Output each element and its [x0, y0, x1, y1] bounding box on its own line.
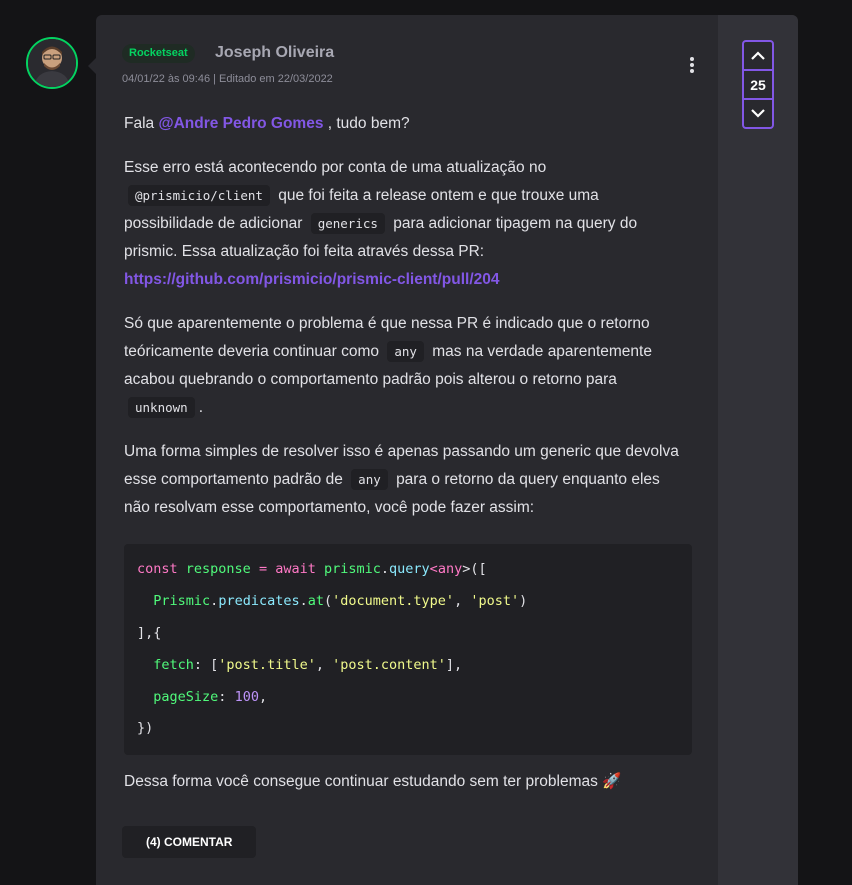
inline-code: unknown — [128, 397, 195, 418]
author-badge: Rocketseat — [122, 44, 195, 63]
vote-count: 25 — [744, 69, 772, 100]
text-segment: Esse erro está acontecendo por conta de … — [124, 159, 547, 176]
pr-link[interactable]: https://github.com/prismicio/prismic-cli… — [124, 271, 500, 288]
inline-code: any — [351, 469, 388, 490]
paragraph-problem: Só que aparentemente o problema é que ne… — [124, 310, 684, 422]
comment-button[interactable]: (4) COMENTAR — [122, 826, 257, 858]
code-line-6: }) — [137, 720, 154, 736]
inline-code: any — [387, 341, 424, 362]
vote-sidebar: 25 — [718, 15, 798, 885]
code-line-5: pageSize: 100, — [153, 689, 268, 705]
code-line-3: ],{ — [137, 625, 162, 641]
chevron-down-icon[interactable] — [744, 100, 772, 127]
user-mention[interactable]: @Andre Pedro Gomes — [158, 115, 323, 132]
comment-meta: 04/01/22 às 09:46 | Editado em 22/03/202… — [122, 73, 333, 85]
author-avatar[interactable] — [26, 37, 78, 89]
more-options-icon[interactable] — [684, 57, 700, 75]
vote-widget: 25 — [742, 40, 774, 129]
text-segment: . — [198, 399, 203, 416]
code-line-1: const response = await prismic.query<any… — [137, 561, 487, 577]
paragraph-greeting: Fala @Andre Pedro Gomes , tudo bem? — [124, 110, 684, 138]
author-name[interactable]: Joseph Oliveira — [215, 44, 334, 62]
card-pointer — [88, 58, 96, 74]
inline-code: @prismicio/client — [128, 185, 270, 206]
inline-code: generics — [310, 213, 385, 234]
closing-text: Dessa forma você consegue continuar estu… — [124, 773, 622, 790]
code-block[interactable]: const response = await prismic.query<any… — [124, 544, 692, 755]
comment-card: Rocketseat Joseph Oliveira 04/01/22 às 0… — [96, 15, 798, 885]
greeting-suffix: , tudo bem? — [327, 115, 410, 132]
code-line-4: fetch: ['post.title', 'post.content'], — [153, 657, 463, 673]
code-line-2: Prismic.predicates.at('document.type', '… — [153, 593, 528, 609]
paragraph-solution: Uma forma simples de resolver isso é ape… — [124, 438, 684, 522]
greeting-prefix: Fala — [124, 115, 155, 132]
comment-main: Rocketseat Joseph Oliveira 04/01/22 às 0… — [96, 15, 718, 885]
paragraph-explanation: Esse erro está acontecendo por conta de … — [124, 154, 684, 294]
comment-body: Fala @Andre Pedro Gomes , tudo bem? Esse… — [124, 110, 684, 538]
chevron-up-icon[interactable] — [744, 42, 772, 69]
